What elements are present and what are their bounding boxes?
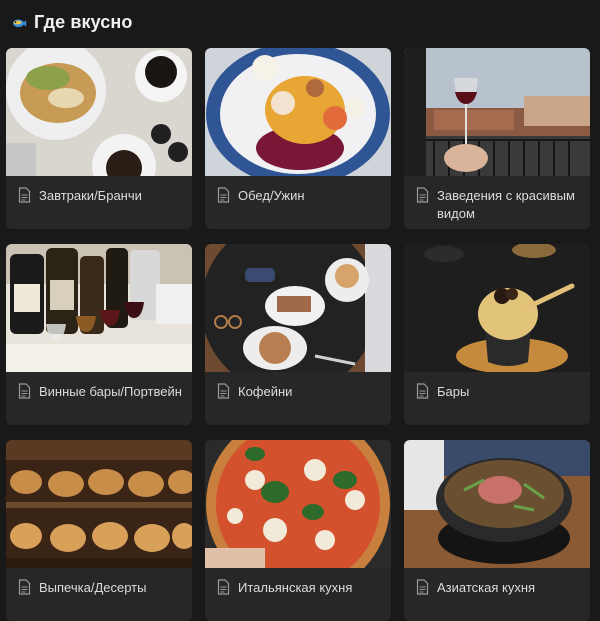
- card-cover-image: [6, 440, 192, 568]
- card-italian[interactable]: Итальянская кухня: [205, 440, 391, 621]
- card-cover-image: [205, 440, 391, 568]
- gallery-grid: Завтраки/Бранчи Обед/Ужин Заведения с кр…: [6, 48, 590, 621]
- card-cover-image: [205, 48, 391, 176]
- card-cover-image: [6, 244, 192, 372]
- card-coffee[interactable]: Кофейни: [205, 244, 391, 425]
- card-bars[interactable]: Бары: [404, 244, 590, 425]
- card-bakery[interactable]: Выпечка/Десерты: [6, 440, 192, 621]
- page-icon: [416, 579, 429, 595]
- card-title: Выпечка/Десерты: [39, 580, 147, 595]
- card-title: Бары: [437, 384, 470, 399]
- card-caption: Заведения с красивым видом: [404, 176, 590, 223]
- card-caption: Кофейни: [205, 372, 391, 401]
- card-asian[interactable]: Азиатская кухня: [404, 440, 590, 621]
- card-title: Обед/Ужин: [238, 188, 305, 203]
- page-icon: [416, 383, 429, 399]
- card-title: Заведения с красивым видом: [437, 188, 575, 221]
- page-icon: [217, 383, 230, 399]
- card-title: Завтраки/Бранчи: [39, 188, 142, 203]
- card-caption: Азиатская кухня: [404, 568, 590, 597]
- card-caption: Итальянская кухня: [205, 568, 391, 597]
- page-header: Где вкусно: [10, 8, 132, 36]
- page-title: Где вкусно: [34, 11, 133, 32]
- card-caption: Бары: [404, 372, 590, 401]
- card-title: Азиатская кухня: [437, 580, 536, 595]
- card-lunch[interactable]: Обед/Ужин: [205, 48, 391, 229]
- card-cover-image: [6, 48, 192, 176]
- card-cover-image: [404, 440, 590, 568]
- card-title: Винные бары/Портвейн: [39, 384, 182, 399]
- page-icon: [217, 579, 230, 595]
- page-icon: [416, 187, 429, 203]
- card-caption: Винные бары/Портвейн: [6, 372, 192, 401]
- card-breakfast[interactable]: Завтраки/Бранчи: [6, 48, 192, 229]
- page-icon: [217, 187, 230, 203]
- card-wine[interactable]: Винные бары/Портвейн: [6, 244, 192, 425]
- page-icon: [18, 187, 31, 203]
- card-caption: Завтраки/Бранчи: [6, 176, 192, 205]
- card-cover-image: [205, 244, 391, 372]
- card-title: Кофейни: [238, 384, 293, 399]
- card-cover-image: [404, 244, 590, 372]
- card-caption: Выпечка/Десерты: [6, 568, 192, 597]
- card-views[interactable]: Заведения с красивым видом: [404, 48, 590, 229]
- fish-emoji-icon[interactable]: [10, 14, 27, 31]
- card-cover-image: [404, 48, 590, 176]
- card-title: Итальянская кухня: [238, 580, 353, 595]
- page-icon: [18, 579, 31, 595]
- card-caption: Обед/Ужин: [205, 176, 391, 205]
- page-icon: [18, 383, 31, 399]
